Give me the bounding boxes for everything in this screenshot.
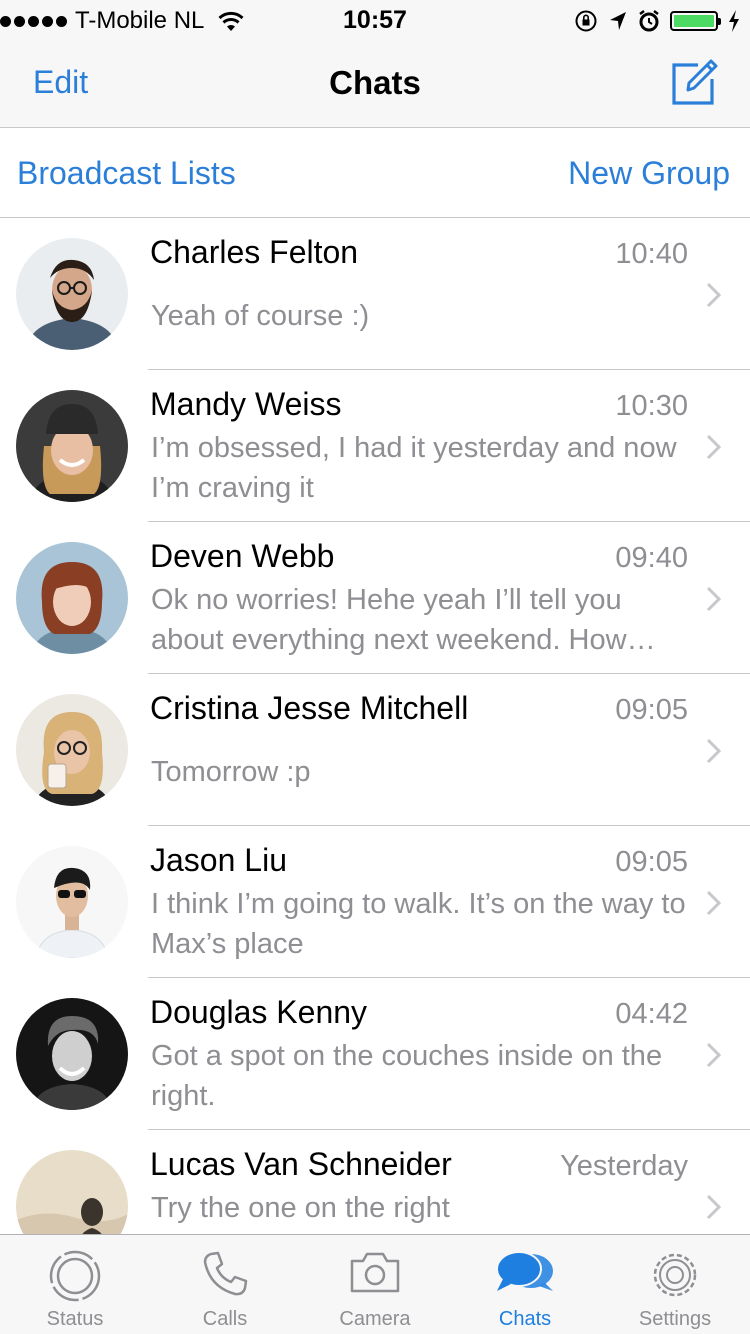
tab-settings[interactable]: Settings xyxy=(600,1235,750,1334)
chat-time: 10:40 xyxy=(615,238,688,270)
charging-bolt-icon xyxy=(729,10,739,32)
avatar xyxy=(16,390,128,502)
chat-list: Charles Felton 10:40 Yeah of course :) M… xyxy=(0,218,750,1234)
avatar xyxy=(16,238,128,350)
chevron-right-icon xyxy=(706,1194,722,1220)
camera-icon xyxy=(350,1252,400,1293)
avatar xyxy=(16,542,128,654)
phone-icon xyxy=(203,1251,248,1296)
chat-preview: Got a spot on the couches inside on the … xyxy=(151,1040,663,1112)
new-group-link[interactable]: New Group xyxy=(568,155,730,192)
chat-name: Lucas Van Schneider xyxy=(150,1146,452,1182)
tab-bar: Status Calls Camera Chats Settings xyxy=(0,1234,750,1334)
chat-preview: I’m obsessed, I had it yesterday and now… xyxy=(151,432,677,504)
compose-icon[interactable] xyxy=(668,56,720,108)
chat-name: Charles Felton xyxy=(150,234,359,270)
tab-label: Chats xyxy=(498,1308,552,1330)
chevron-right-icon xyxy=(706,434,722,460)
avatar xyxy=(16,998,128,1110)
status-bar: T-Mobile NL 10:57 xyxy=(0,0,750,40)
chat-time: 04:42 xyxy=(615,998,688,1030)
chat-time: 09:05 xyxy=(615,694,688,726)
status-icon xyxy=(49,1250,101,1302)
chat-time: 09:40 xyxy=(615,542,688,574)
tab-chats[interactable]: Chats xyxy=(450,1235,600,1334)
chat-preview: Yeah of course :) xyxy=(151,300,370,332)
chat-row-jason-liu[interactable]: Jason Liu 09:05 I think I’m going to wal… xyxy=(0,826,750,978)
gear-icon xyxy=(653,1253,697,1297)
page-title: Chats xyxy=(329,64,421,101)
list-actions-row: Broadcast Lists New Group xyxy=(0,129,750,218)
avatar xyxy=(16,846,128,958)
chat-time: 10:30 xyxy=(615,390,688,422)
alarm-icon xyxy=(639,10,659,32)
chat-preview: Tomorrow :p xyxy=(151,756,311,788)
tab-label: Settings xyxy=(638,1308,712,1330)
navigation-bar: Edit Chats xyxy=(0,40,750,128)
tab-label: Calls xyxy=(202,1308,248,1330)
status-bar-right xyxy=(574,6,740,36)
chats-icon xyxy=(496,1251,553,1291)
rotation-lock-icon xyxy=(575,10,597,32)
chat-preview: Try the one on the right xyxy=(151,1192,450,1224)
chat-name: Jason Liu xyxy=(150,842,287,878)
chat-preview: I think I’m going to walk. It’s on the w… xyxy=(151,888,686,960)
chat-row-douglas-kenny[interactable]: Douglas Kenny 04:42 Got a spot on the co… xyxy=(0,978,750,1130)
chevron-right-icon xyxy=(706,586,722,612)
chevron-right-icon xyxy=(706,890,722,916)
chat-time: Yesterday xyxy=(560,1150,688,1182)
chat-preview: Ok no worries! Hehe yeah I’ll tell you a… xyxy=(151,584,656,656)
chat-row-cristina-jesse-mitchell[interactable]: Cristina Jesse Mitchell 09:05 Tomorrow :… xyxy=(0,674,750,826)
chat-row-deven-webb[interactable]: Deven Webb 09:40 Ok no worries! Hehe yea… xyxy=(0,522,750,674)
location-arrow-icon xyxy=(610,12,626,30)
tab-label: Status xyxy=(46,1308,104,1330)
tab-label: Camera xyxy=(339,1308,411,1330)
chat-name: Cristina Jesse Mitchell xyxy=(150,690,469,726)
chat-row-charles-felton[interactable]: Charles Felton 10:40 Yeah of course :) xyxy=(0,218,750,370)
chevron-right-icon xyxy=(706,738,722,764)
chevron-right-icon xyxy=(706,1042,722,1068)
chat-name: Douglas Kenny xyxy=(150,994,368,1030)
chevron-right-icon xyxy=(706,282,722,308)
tab-calls[interactable]: Calls xyxy=(150,1235,300,1334)
broadcast-lists-link[interactable]: Broadcast Lists xyxy=(17,155,236,192)
avatar xyxy=(16,694,128,806)
tab-camera[interactable]: Camera xyxy=(300,1235,450,1334)
chat-row-mandy-weiss[interactable]: Mandy Weiss 10:30 I’m obsessed, I had it… xyxy=(0,370,750,522)
battery-icon xyxy=(670,11,721,31)
chat-name: Deven Webb xyxy=(150,538,335,574)
tab-status[interactable]: Status xyxy=(0,1235,150,1334)
chat-name: Mandy Weiss xyxy=(150,386,342,422)
chat-time: 09:05 xyxy=(615,846,688,878)
chat-row-lucas-van-schneider[interactable]: Lucas Van Schneider Yesterday Try the on… xyxy=(0,1130,750,1234)
avatar xyxy=(16,1150,128,1234)
